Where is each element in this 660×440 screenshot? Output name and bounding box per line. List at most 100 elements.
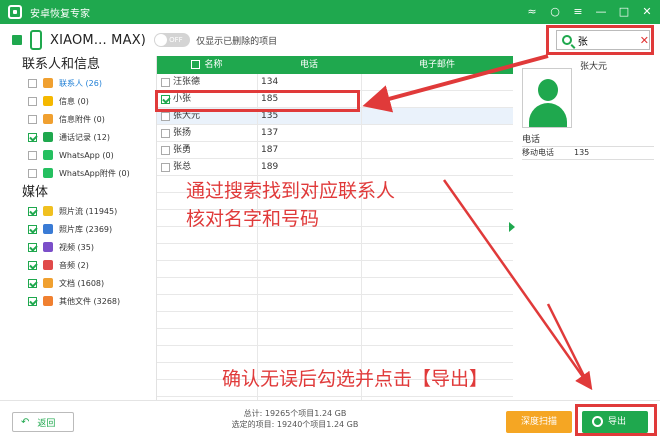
document-icon: [43, 278, 53, 288]
table-row[interactable]: 张总 189: [157, 159, 513, 176]
photo-stream-icon: [43, 206, 53, 216]
table-row[interactable]: 张扬 137: [157, 125, 513, 142]
sidebar-item-checkbox[interactable]: [28, 206, 37, 216]
phone-icon: [30, 30, 42, 50]
deep-scan-button[interactable]: 深度扫描: [506, 411, 572, 433]
sidebar-item-label: 照片库 (2369): [59, 224, 113, 234]
row-checkbox[interactable]: [161, 129, 170, 138]
selected-items: 选定的项目: 19240个项目1.24 GB: [231, 420, 359, 429]
sidebar-item-checkbox[interactable]: [28, 132, 37, 142]
detail-contact-name: 张大元: [580, 62, 608, 72]
close-icon[interactable]: ✕: [640, 4, 654, 18]
section-title-contacts: 联系人和信息: [22, 57, 101, 72]
sidebar-item-checkbox[interactable]: [28, 296, 37, 306]
sidebar-item[interactable]: WhatsApp附件 (0): [0, 164, 155, 182]
table-row-empty: [157, 261, 513, 278]
sidebar-item-checkbox[interactable]: [28, 114, 37, 124]
contacts-category-list: 联系人 (26) 信息 (0) 信息附件 (0) 通话记录 (12) WhatsApp …: [0, 74, 155, 182]
sidebar-item-checkbox[interactable]: [28, 78, 37, 88]
other-files-icon: [43, 296, 53, 306]
attachment-icon: [43, 114, 53, 124]
detail-phone-title: 电话: [522, 135, 541, 145]
annotation-line-3: 确认无误后勾选并点击【导出】: [222, 368, 489, 390]
row-name: 汪张德: [173, 77, 201, 87]
row-highlight-box: [155, 90, 360, 112]
annotation-line-1: 通过搜索找到对应联系人: [186, 180, 396, 202]
sidebar-item[interactable]: 音频 (2): [0, 256, 155, 274]
sidebar-item[interactable]: 照片库 (2369): [0, 220, 155, 238]
back-label: 返回: [37, 418, 56, 429]
sidebar-item-checkbox[interactable]: [28, 96, 37, 106]
photo-library-icon: [43, 224, 53, 234]
sidebar-item[interactable]: 联系人 (26): [0, 74, 155, 92]
sidebar-item[interactable]: 信息 (0): [0, 92, 155, 110]
sidebar-item-label: WhatsApp附件 (0): [59, 168, 130, 178]
sidebar-item[interactable]: WhatsApp (0): [0, 146, 155, 164]
row-name: 张勇: [173, 145, 192, 155]
detail-phone-row: 移动电话 135: [522, 146, 654, 160]
video-icon: [43, 242, 53, 252]
device-name: XIAOM... MAX): [50, 32, 147, 48]
table-row-empty: [157, 312, 513, 329]
row-checkbox[interactable]: [161, 163, 170, 172]
sidebar-item-label: 通话记录 (12): [59, 132, 110, 142]
row-checkbox[interactable]: [161, 146, 170, 155]
column-header-name[interactable]: 名称: [157, 56, 257, 74]
section-title-media: 媒体: [22, 185, 49, 200]
device-select-icon[interactable]: [12, 35, 22, 45]
media-category-list: 照片流 (11945) 照片库 (2369) 视频 (35) 音频 (2) 文档 (16…: [0, 202, 155, 310]
row-name: 张总: [173, 162, 192, 172]
sidebar-item-label: 文档 (1608): [59, 278, 105, 288]
footer-bar: ↶ 返回 总计: 19265个项目1.24 GB 选定的项目: 19240个项目…: [0, 400, 660, 440]
category-sidebar: 联系人和信息 联系人 (26) 信息 (0) 信息附件 (0) 通话记录 (12) Wh…: [0, 56, 155, 400]
sidebar-item-checkbox[interactable]: [28, 168, 37, 178]
sidebar-item-checkbox[interactable]: [28, 224, 37, 234]
total-items: 总计: 19265个项目1.24 GB: [243, 409, 347, 418]
contact-icon: [43, 78, 53, 88]
column-header-phone[interactable]: 电话: [257, 56, 361, 74]
deleted-only-toggle[interactable]: OFF: [154, 33, 191, 47]
sidebar-item-checkbox[interactable]: [28, 242, 37, 252]
search-highlight-box: [546, 25, 654, 55]
detail-phone-label: 移动电话: [522, 148, 554, 157]
table-header: 名称 电话 电子邮件: [157, 56, 513, 74]
title-bar: 安卓恢复专家 ≈ ○ ≡ — □ ✕: [0, 0, 660, 24]
column-header-email[interactable]: 电子邮件: [361, 56, 513, 74]
row-checkbox[interactable]: [161, 112, 170, 121]
table-row[interactable]: 张勇 187: [157, 142, 513, 159]
audio-icon: [43, 260, 53, 270]
call-log-icon: [43, 132, 53, 142]
select-all-checkbox[interactable]: [191, 60, 201, 69]
sidebar-item[interactable]: 其他文件 (3268): [0, 292, 155, 310]
column-divider: [361, 74, 362, 400]
sidebar-item[interactable]: 文档 (1608): [0, 274, 155, 292]
sidebar-item[interactable]: 视频 (35): [0, 238, 155, 256]
sidebar-item[interactable]: 照片流 (11945): [0, 202, 155, 220]
minimize-icon[interactable]: —: [594, 4, 608, 18]
avatar: [522, 68, 572, 128]
contact-detail-panel: 张大元 电话 移动电话 135: [516, 56, 660, 400]
table-row-empty: [157, 295, 513, 312]
back-button[interactable]: ↶ 返回: [12, 412, 74, 432]
wifi-icon[interactable]: ≈: [525, 4, 539, 18]
row-checkbox[interactable]: [161, 78, 170, 87]
table-row-empty: [157, 329, 513, 346]
sidebar-item[interactable]: 信息附件 (0): [0, 110, 155, 128]
maximize-icon[interactable]: □: [617, 4, 631, 18]
row-phone: 137: [261, 128, 279, 138]
menu-icon[interactable]: ≡: [571, 4, 585, 18]
app-title: 安卓恢复专家: [30, 8, 90, 20]
sidebar-item-checkbox[interactable]: [28, 278, 37, 288]
message-icon: [43, 96, 53, 106]
sidebar-item-label: 信息 (0): [59, 96, 89, 106]
detail-phone-value: 135: [574, 148, 590, 157]
sidebar-item-label: 联系人 (26): [59, 78, 102, 88]
sidebar-item-checkbox[interactable]: [28, 260, 37, 270]
feedback-icon[interactable]: ○: [548, 4, 562, 18]
detail-toggle-icon[interactable]: [509, 222, 515, 232]
sidebar-item[interactable]: 通话记录 (12): [0, 128, 155, 146]
row-name: 张扬: [173, 128, 192, 138]
back-arrow-icon: ↶: [21, 416, 30, 428]
sidebar-item-checkbox[interactable]: [28, 150, 37, 160]
table-row[interactable]: 汪张德 134: [157, 74, 513, 91]
